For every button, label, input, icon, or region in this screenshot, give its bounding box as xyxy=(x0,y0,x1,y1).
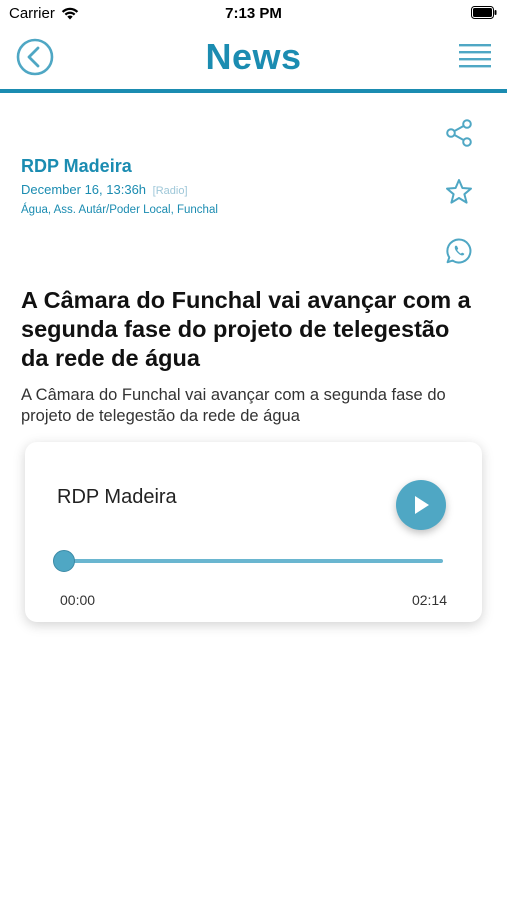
article-date: December 16, 13:36h xyxy=(21,182,147,197)
article-type: [Radio] xyxy=(152,185,188,197)
article-tags[interactable]: Água, Ass. Autár/Poder Local, Funchal xyxy=(21,204,421,216)
article-actions xyxy=(444,118,474,295)
audio-title: RDP Madeira xyxy=(57,486,177,508)
audio-progress-knob[interactable] xyxy=(53,550,75,572)
page-title: News xyxy=(205,36,302,77)
play-button[interactable] xyxy=(396,480,446,530)
battery-icon xyxy=(471,6,497,19)
play-icon xyxy=(415,496,429,514)
header-divider xyxy=(0,89,507,93)
article-date-row: December 16, 13:36h [Radio] xyxy=(21,182,421,197)
article-lead: A Câmara do Funchal vai avançar com a se… xyxy=(21,386,446,425)
article-headline: A Câmara do Funchal vai avançar com a se… xyxy=(21,287,471,371)
audio-progress-track[interactable] xyxy=(63,559,443,563)
article-meta: RDP Madeira December 16, 13:36h [Radio] … xyxy=(21,156,421,216)
status-time: 7:13 PM xyxy=(225,5,282,22)
audio-total-time: 02:14 xyxy=(411,592,447,608)
app-header: News xyxy=(0,30,507,90)
star-icon[interactable] xyxy=(444,177,474,207)
audio-player-card: RDP Madeira 00:00 02:14 xyxy=(25,442,482,622)
audio-current-time: 00:00 xyxy=(60,592,96,608)
status-bar: Carrier 7:13 PM xyxy=(0,0,507,28)
menu-button[interactable] xyxy=(459,42,491,72)
article-source[interactable]: RDP Madeira xyxy=(21,156,421,177)
whatsapp-icon[interactable] xyxy=(444,236,474,266)
share-icon[interactable] xyxy=(444,118,474,148)
